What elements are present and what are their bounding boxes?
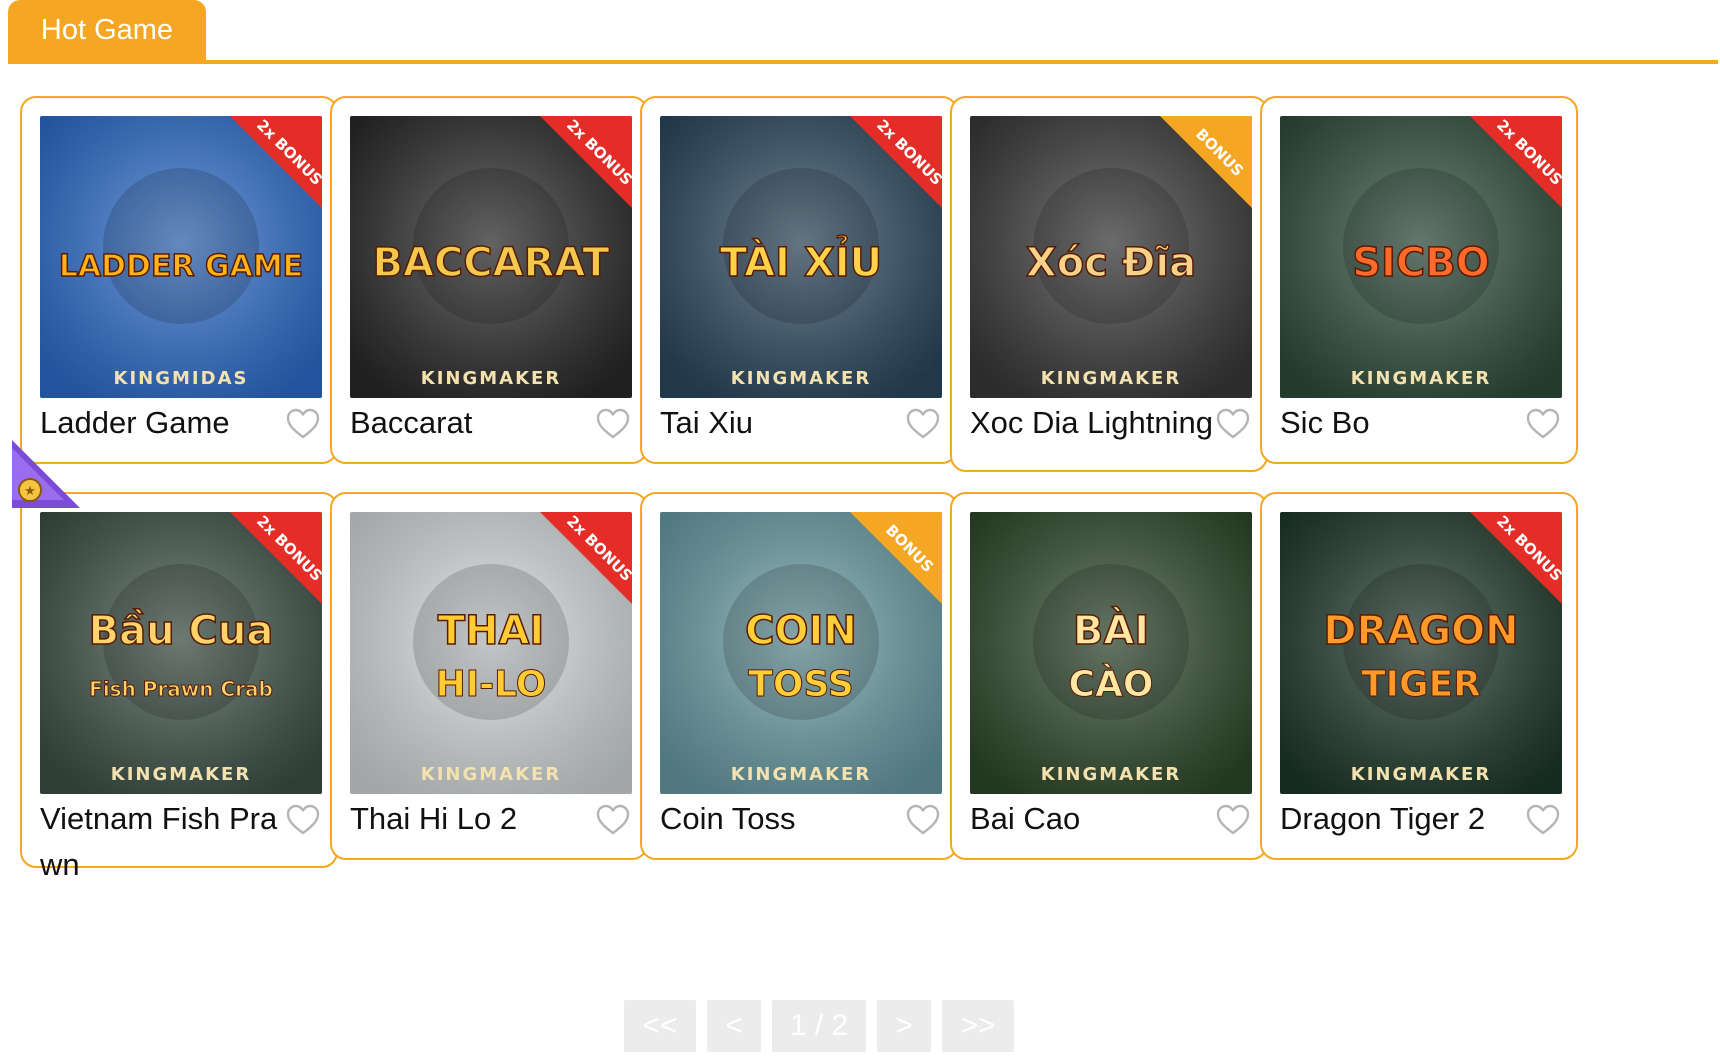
provider-label: KINGMAKER [1351,764,1491,785]
provider-label: KINGMAKER [421,764,561,785]
svg-text:★: ★ [24,484,36,499]
game-name: Bai Cao [970,801,1081,836]
pager-last-button[interactable]: >> [942,1000,1014,1052]
pager-next-button[interactable]: > [877,1000,931,1052]
game-art-title: BÀI [1073,606,1149,654]
heart-outline-icon[interactable] [906,408,940,440]
game-art-subtitle: CÀO [1069,663,1154,705]
game-card[interactable]: Xóc Đĩa KINGMAKER BONUS Xoc Dia Lightning [950,96,1268,472]
game-thumbnail[interactable]: COIN TOSS KINGMAKER BONUS [660,512,942,794]
provider-label: KINGMAKER [1041,764,1181,785]
game-name: Xoc Dia Lightning [970,405,1213,440]
pagination: << < 1 / 2 > >> [0,1000,1720,1052]
provider-label: KINGMAKER [111,764,251,785]
game-art-title: THAI [438,608,545,654]
game-thumbnail[interactable]: Bầu Cua Fish Prawn Crab KINGMAKER 2x BONUS [40,512,322,794]
game-name: Coin Toss [660,801,796,836]
pager-prev-button[interactable]: < [707,1000,761,1052]
game-name: Dragon Tiger 2 [1280,801,1486,836]
heart-outline-icon[interactable] [286,408,320,440]
heart-outline-icon[interactable] [596,804,630,836]
game-name: Baccarat [350,405,473,440]
game-card[interactable]: THAI HI-LO KINGMAKER 2x BONUS Thai Hi Lo 2 [330,492,648,860]
game-thumbnail[interactable]: BÀI CÀO KINGMAKER [970,512,1252,794]
game-card[interactable]: SICBO KINGMAKER 2x BONUS Sic Bo [1260,96,1578,464]
game-thumbnail[interactable]: THAI HI-LO KINGMAKER 2x BONUS [350,512,632,794]
game-name: Vietnam Fish Prawn [40,801,278,882]
game-art-subtitle: TOSS [748,664,853,705]
game-card[interactable]: LADDER GAME KINGMIDAS 2x BONUS Ladder Game [20,96,338,464]
game-name: Tai Xiu [660,405,754,440]
game-card[interactable]: Bầu Cua Fish Prawn Crab KINGMAKER 2x BONUS V… [20,492,338,882]
provider-label: KINGMIDAS [114,368,249,389]
game-art-title: Bầu Cua [89,608,274,654]
game-thumbnail[interactable]: DRAGON TIGER KINGMAKER 2x BONUS [1280,512,1562,794]
game-art-title: DRAGON [1323,608,1518,654]
provider-label: KINGMAKER [1351,368,1491,389]
game-thumbnail[interactable]: Xóc Đĩa KINGMAKER BONUS [970,116,1252,398]
game-thumbnail[interactable]: TÀI XỈU KINGMAKER 2x BONUS [660,116,942,398]
heart-outline-icon[interactable] [1216,804,1250,836]
section-header: Hot Game [8,0,1718,64]
tab-hot-game[interactable]: Hot Game [8,0,206,60]
promo-corner-icon[interactable]: ★ [12,440,80,508]
provider-label: KINGMAKER [1041,368,1181,389]
heart-outline-icon[interactable] [286,804,320,836]
game-thumbnail[interactable]: BACCARAT KINGMAKER 2x BONUS [350,116,632,398]
heart-outline-icon[interactable] [906,804,940,836]
game-name: Thai Hi Lo 2 [350,801,518,836]
game-art-title: LADDER GAME [59,249,303,284]
game-art-title: TÀI XỈU [720,233,882,286]
game-art-subtitle: TIGER [1361,664,1481,705]
game-card[interactable]: BÀI CÀO KINGMAKER Bai Cao [950,492,1268,860]
heart-outline-icon[interactable] [1526,408,1560,440]
provider-label: KINGMAKER [731,764,871,785]
game-card[interactable]: TÀI XỈU KINGMAKER 2x BONUS Tai Xiu [640,96,958,464]
game-art-title: COIN [745,608,857,654]
game-card[interactable]: BACCARAT KINGMAKER 2x BONUS Baccarat [330,96,648,464]
game-card[interactable]: DRAGON TIGER KINGMAKER 2x BONUS Dragon Tiger… [1260,492,1578,860]
game-art-title: Xóc Đĩa [1026,240,1196,286]
heart-outline-icon[interactable] [1526,804,1560,836]
game-name: Sic Bo [1280,405,1370,440]
heart-outline-icon[interactable] [1216,408,1250,440]
heart-outline-icon[interactable] [596,408,630,440]
pager-page-indicator: 1 / 2 [772,1000,866,1052]
game-thumbnail[interactable]: SICBO KINGMAKER 2x BONUS [1280,116,1562,398]
game-card[interactable]: COIN TOSS KINGMAKER BONUS Coin Toss [640,492,958,860]
game-art-title: SICBO [1352,240,1490,286]
provider-label: KINGMAKER [731,368,871,389]
pager-first-button[interactable]: << [624,1000,696,1052]
game-art-title: BACCARAT [372,240,610,286]
game-art-subtitle: Fish Prawn Crab [89,677,273,701]
game-art-subtitle: HI-LO [436,664,547,705]
provider-label: KINGMAKER [421,368,561,389]
game-thumbnail[interactable]: LADDER GAME KINGMIDAS 2x BONUS [40,116,322,398]
